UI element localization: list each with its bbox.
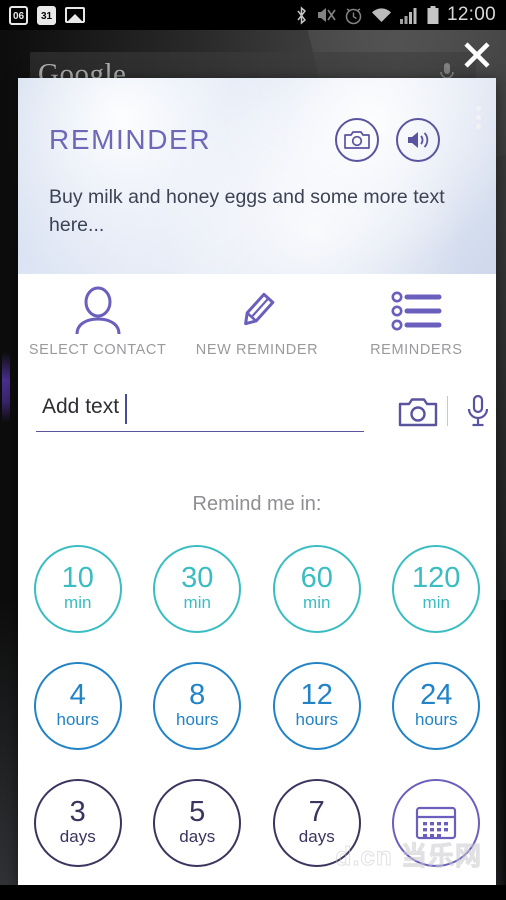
left-edge-accent <box>2 352 10 422</box>
list-icon <box>390 284 442 338</box>
speaker-icon <box>408 132 429 148</box>
option-number: 120 <box>412 562 461 594</box>
remind-row-days: 3 days 5 days 7 days <box>18 764 496 881</box>
select-contact-label: SELECT CONTACT <box>28 342 167 358</box>
reminders-label: REMINDERS <box>370 342 463 358</box>
option-unit: hours <box>295 710 339 729</box>
option-number: 5 <box>189 796 206 828</box>
remind-option-24hours[interactable]: 24 hours <box>392 661 481 750</box>
option-unit: min <box>422 593 450 612</box>
select-contact-button[interactable]: SELECT CONTACT <box>18 284 177 358</box>
option-number: 10 <box>61 562 94 594</box>
remind-row-hours: 4 hours 8 hours 12 hours 24 hours <box>18 647 496 764</box>
option-number: 12 <box>300 679 333 711</box>
close-icon[interactable] <box>460 38 494 72</box>
remind-option-12hours[interactable]: 12 hours <box>272 661 361 750</box>
option-unit: days <box>179 827 216 846</box>
page-title: REMINDER <box>49 124 212 155</box>
option-unit: min <box>64 593 92 612</box>
option-number: 30 <box>181 562 214 594</box>
wifi-icon <box>371 7 391 22</box>
compose-row <box>18 378 496 448</box>
option-unit: days <box>298 827 335 846</box>
status-bar: 06 31 12:00 <box>0 0 506 30</box>
remind-option-10min[interactable]: 10 min <box>33 544 122 633</box>
compose-divider <box>447 396 448 426</box>
option-number: 24 <box>420 679 453 711</box>
person-icon <box>72 284 124 338</box>
remind-option-3days[interactable]: 3 days <box>33 778 122 867</box>
new-reminder-label: NEW REMINDER <box>195 342 319 358</box>
alarm-icon <box>345 7 362 24</box>
gallery-icon <box>65 7 85 23</box>
remind-option-30min[interactable]: 30 min <box>153 544 242 633</box>
remind-option-custom-date[interactable] <box>392 778 481 867</box>
signal-icon <box>399 7 417 24</box>
bluetooth-icon <box>297 5 306 25</box>
option-number: 8 <box>189 679 206 711</box>
pencil-icon <box>232 284 282 338</box>
reminders-button[interactable]: REMINDERS <box>337 284 496 358</box>
option-unit: min <box>303 593 331 612</box>
remind-option-4hours[interactable]: 4 hours <box>33 661 122 750</box>
reminder-card: REMINDER Buy milk and honey eggs and som… <box>18 78 496 885</box>
status-bar-clock: 12:00 <box>446 4 496 25</box>
card-header: REMINDER Buy milk and honey eggs and som… <box>18 78 496 274</box>
voice-input-button[interactable] <box>466 394 490 428</box>
action-bar: SELECT CONTACT NEW REMINDER REMINDERS <box>18 274 496 379</box>
text-caret <box>125 394 127 424</box>
calendar-06-icon: 06 <box>9 5 28 25</box>
kebab-menu-icon[interactable] <box>476 106 481 129</box>
status-bar-system-icons: 12:00 <box>295 4 506 26</box>
remind-option-5days[interactable]: 5 days <box>153 778 242 867</box>
header-camera-button[interactable] <box>335 118 379 162</box>
calendar-31-icon: 31 <box>37 5 56 25</box>
calendar-icon <box>416 806 457 839</box>
option-unit: days <box>59 827 96 846</box>
attach-photo-button[interactable] <box>398 396 438 428</box>
option-number: 4 <box>69 679 86 711</box>
add-text-input[interactable] <box>36 388 364 432</box>
option-unit: hours <box>56 710 100 729</box>
camera-icon <box>344 131 370 149</box>
option-unit: hours <box>175 710 219 729</box>
new-reminder-button[interactable]: NEW REMINDER <box>177 284 336 358</box>
option-number: 3 <box>69 796 86 828</box>
remind-option-60min[interactable]: 60 min <box>272 544 361 633</box>
navigation-bar <box>0 885 506 900</box>
reminder-body-text: Buy milk and honey eggs and some more te… <box>49 186 445 236</box>
option-unit: min <box>183 593 211 612</box>
remind-row-minutes: 10 min 30 min 60 min 120 min <box>18 530 496 647</box>
option-number: 7 <box>308 796 325 828</box>
remind-option-120min[interactable]: 120 min <box>392 544 481 633</box>
remind-option-8hours[interactable]: 8 hours <box>153 661 242 750</box>
option-number: 60 <box>300 562 333 594</box>
status-bar-notifications: 06 31 <box>0 5 85 25</box>
remind-options-grid: 10 min 30 min 60 min 120 min 4 hours 8 h… <box>18 530 496 881</box>
header-sound-button[interactable] <box>396 118 440 162</box>
remind-me-label: Remind me in: <box>192 493 322 515</box>
remind-option-7days[interactable]: 7 days <box>272 778 361 867</box>
mute-icon <box>317 8 336 22</box>
option-unit: hours <box>414 710 458 729</box>
battery-icon <box>427 5 439 24</box>
device-screen: Google 06 31 12:00 REMINDER Buy milk and… <box>0 0 506 900</box>
